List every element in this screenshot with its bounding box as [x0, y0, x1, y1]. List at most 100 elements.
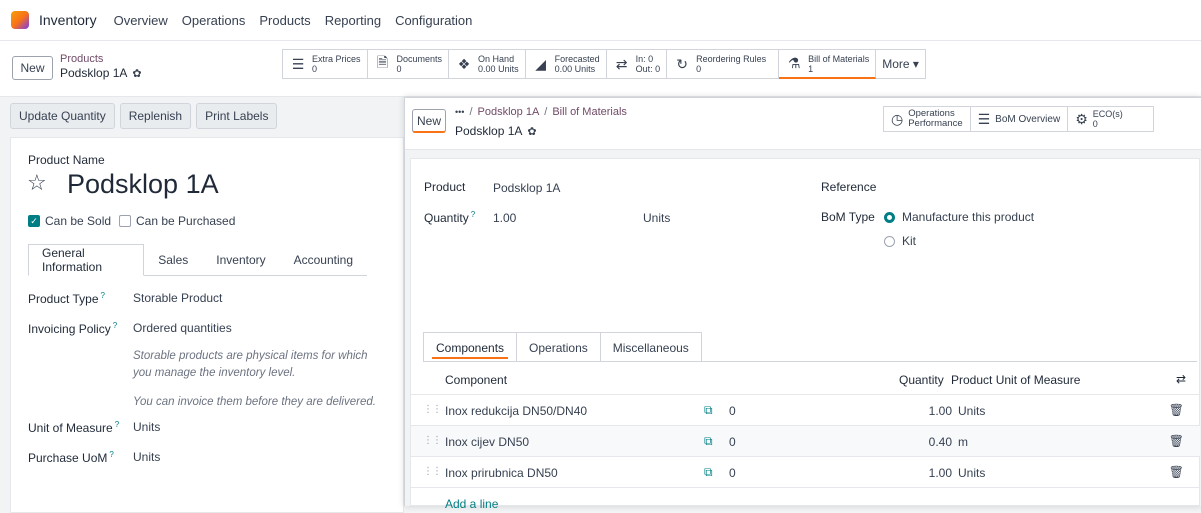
dialog-record-title: Podsklop 1A ✿: [455, 124, 537, 138]
breadcrumb-bom[interactable]: Bill of Materials: [552, 106, 627, 118]
product-field[interactable]: Podsklop 1A: [493, 181, 560, 195]
gear-icon[interactable]: ✿: [527, 125, 536, 138]
breadcrumb-ellipsis[interactable]: •••: [455, 107, 464, 117]
nav-products[interactable]: Products: [259, 13, 310, 28]
extra-prices-button[interactable]: ☰ Extra Prices 0: [282, 49, 368, 79]
table-row[interactable]: ⋮⋮ Inox prirubnica DN50 ⧉ 0 1.00 Units 🗑: [411, 456, 1200, 487]
component-cell[interactable]: Inox cijev DN50: [445, 435, 529, 449]
tab-accounting[interactable]: Accounting: [280, 244, 367, 276]
add-line-link[interactable]: Add a line: [445, 497, 498, 511]
star-icon[interactable]: ☆: [27, 170, 47, 196]
eco-button[interactable]: ⚙ ECO(s) 0: [1068, 106, 1154, 132]
trash-icon[interactable]: 🗑: [1169, 403, 1184, 417]
product-type-field[interactable]: Storable Product: [133, 291, 222, 305]
help-tooltip-icon[interactable]: ?: [109, 450, 113, 459]
quantity-field[interactable]: 1.00: [493, 211, 516, 225]
component-cell[interactable]: Inox redukcija DN50/DN40: [445, 404, 587, 418]
tab-miscellaneous[interactable]: Miscellaneous: [600, 332, 702, 362]
bom-tabs: Components Operations Miscellaneous: [423, 332, 1197, 362]
component-cell[interactable]: Inox prirubnica DN50: [445, 466, 558, 480]
checkbox-unchecked-icon[interactable]: [119, 215, 131, 227]
table-row[interactable]: ⋮⋮ Inox cijev DN50 ⧉ 0 0.40 m 🗑: [411, 425, 1200, 456]
product-label: Product: [424, 180, 466, 194]
radio-selected-icon[interactable]: [884, 211, 895, 223]
label-text: Product Type: [28, 292, 99, 306]
tab-general-information[interactable]: General Information: [28, 244, 145, 276]
breadcrumb-products[interactable]: Products: [60, 53, 103, 65]
drag-handle-icon[interactable]: ⋮⋮: [423, 466, 442, 477]
can-be-sold-checkbox[interactable]: ✓ Can be Sold: [28, 214, 111, 228]
column-settings-icon[interactable]: ⇄: [1176, 372, 1186, 386]
label-text: Unit of Measure: [28, 421, 113, 435]
forecast-icon[interactable]: ⧉: [704, 434, 713, 449]
invoicing-policy-field[interactable]: Ordered quantities: [133, 321, 232, 335]
trash-icon[interactable]: 🗑: [1169, 465, 1184, 479]
app-name[interactable]: Inventory: [39, 12, 97, 28]
purchase-uom-field[interactable]: Units: [133, 450, 160, 464]
gear-icon[interactable]: ✿: [132, 67, 141, 80]
stat-label: Performance: [908, 118, 963, 129]
forecast-icon[interactable]: ⧉: [704, 403, 713, 418]
print-labels-button[interactable]: Print Labels: [196, 103, 278, 129]
help-tooltip-icon[interactable]: ?: [101, 291, 105, 300]
tab-operations[interactable]: Operations: [517, 332, 601, 362]
quantity-cell[interactable]: 1.00: [929, 404, 952, 418]
unit-of-measure-label: Unit of Measure?: [28, 420, 119, 435]
column-component[interactable]: Component: [445, 373, 507, 387]
column-uom[interactable]: Product Unit of Measure: [951, 373, 1080, 387]
uom-cell[interactable]: Units: [958, 466, 985, 480]
in-out-button[interactable]: ⇄ In: 0 Out: 0: [606, 49, 668, 79]
replenish-button[interactable]: Replenish: [119, 103, 192, 129]
help-tooltip-icon[interactable]: ?: [113, 321, 117, 330]
quantity-cell[interactable]: 1.00: [929, 466, 952, 480]
radio-unselected-icon[interactable]: [884, 235, 895, 247]
stat-value: 0: [396, 64, 402, 74]
help-tooltip-icon[interactable]: ?: [471, 210, 475, 219]
quantity-uom-field[interactable]: Units: [643, 211, 670, 225]
column-quantity[interactable]: Quantity: [899, 373, 944, 387]
app-logo-icon[interactable]: [11, 11, 29, 29]
tab-sales[interactable]: Sales: [144, 244, 202, 276]
trash-icon[interactable]: 🗑: [1169, 434, 1184, 448]
drag-handle-icon[interactable]: ⋮⋮: [423, 435, 442, 446]
checkbox-checked-icon[interactable]: ✓: [28, 215, 40, 227]
drag-handle-icon[interactable]: ⋮⋮: [423, 404, 442, 415]
bill-of-materials-button[interactable]: ⚗ Bill of Materials 1: [779, 49, 877, 79]
more-button[interactable]: More ▾: [876, 49, 926, 79]
radio-label: Kit: [902, 234, 917, 248]
on-hand-button[interactable]: ❖ On Hand 0.00 Units: [449, 49, 526, 79]
nav-configuration[interactable]: Configuration: [395, 13, 472, 28]
stat-label: Bill of Materials: [808, 53, 870, 64]
forecast-cell: 0: [729, 466, 736, 480]
tab-inventory[interactable]: Inventory: [202, 244, 279, 276]
bom-type-kit-radio[interactable]: Kit: [884, 234, 916, 248]
product-name-field[interactable]: Podsklop 1A: [67, 169, 219, 200]
nav-overview[interactable]: Overview: [114, 13, 168, 28]
update-quantity-button[interactable]: Update Quantity: [10, 103, 115, 129]
can-be-purchased-checkbox[interactable]: Can be Purchased: [119, 214, 235, 228]
operations-performance-button[interactable]: ◷ Operations Performance: [883, 106, 971, 132]
forecasted-button[interactable]: ◢ Forecasted 0.00 Units: [525, 49, 607, 79]
help-tooltip-icon[interactable]: ?: [115, 420, 119, 429]
breadcrumb-product[interactable]: Podsklop 1A: [478, 106, 540, 118]
stat-value: Out: 0: [635, 64, 661, 74]
reordering-rules-button[interactable]: ↻ Reordering Rules 0: [667, 49, 780, 79]
nav-reporting[interactable]: Reporting: [325, 13, 381, 28]
table-row[interactable]: ⋮⋮ Inox redukcija DN50/DN40 ⧉ 0 1.00 Uni…: [411, 394, 1200, 425]
forecast-icon[interactable]: ⧉: [704, 465, 713, 480]
uom-cell[interactable]: Units: [958, 404, 985, 418]
dialog-new-button[interactable]: New: [412, 109, 446, 133]
refresh-icon: ↻: [676, 55, 688, 72]
new-button[interactable]: New: [12, 56, 53, 80]
record-title: Podsklop 1A ✿: [60, 66, 142, 80]
nav-operations[interactable]: Operations: [182, 13, 246, 28]
quantity-cell[interactable]: 0.40: [929, 435, 952, 449]
stat-value: 0: [1092, 119, 1098, 129]
tab-components[interactable]: Components: [423, 332, 518, 362]
bom-type-manufacture-radio[interactable]: Manufacture this product: [884, 210, 1034, 224]
unit-of-measure-field[interactable]: Units: [133, 420, 160, 434]
uom-cell[interactable]: m: [958, 435, 968, 449]
product-form-sheet: Product Name ☆ Podsklop 1A ✓ Can be Sold…: [10, 137, 404, 513]
documents-button[interactable]: 🗎 Documents 0: [367, 49, 450, 79]
bom-overview-button[interactable]: ☰ BoM Overview: [970, 106, 1069, 132]
